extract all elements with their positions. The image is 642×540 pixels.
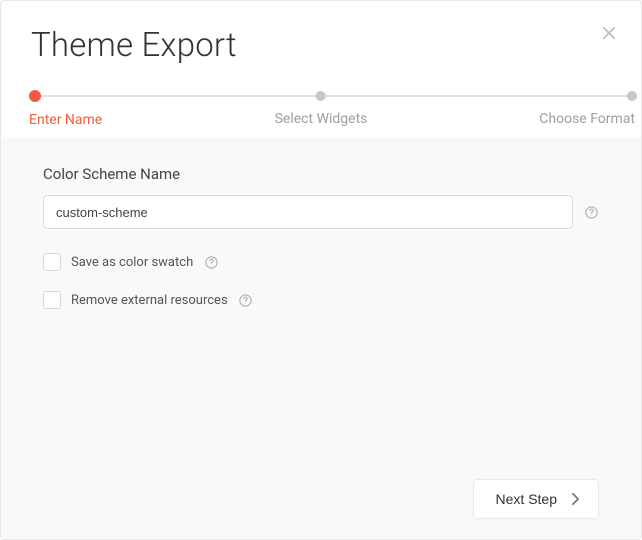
step-enter-name[interactable]: Enter Name <box>29 91 102 128</box>
remove-external-row: Remove external resources <box>43 291 599 309</box>
dialog-body: Color Scheme Name Save as color swatch <box>1 137 641 539</box>
next-step-label: Next Step <box>496 491 557 507</box>
scheme-name-row <box>43 195 599 229</box>
help-icon[interactable] <box>238 292 254 308</box>
stepper: Enter Name Select Widgets Choose Format <box>1 91 641 137</box>
scheme-name-label: Color Scheme Name <box>43 165 599 183</box>
step-choose-format[interactable]: Choose Format <box>539 91 641 127</box>
theme-export-dialog: Theme Export Enter Name Select Widgets C… <box>0 0 642 540</box>
step-label: Select Widgets <box>275 111 368 127</box>
close-icon[interactable] <box>599 23 619 43</box>
step-dot-icon <box>316 91 326 101</box>
chevron-right-icon <box>571 492 580 506</box>
dialog-title: Theme Export <box>1 1 641 81</box>
save-swatch-checkbox[interactable] <box>43 253 61 271</box>
scheme-name-input[interactable] <box>43 195 573 229</box>
remove-external-label: Remove external resources <box>71 293 228 308</box>
next-step-button[interactable]: Next Step <box>473 479 599 519</box>
remove-external-checkbox[interactable] <box>43 291 61 309</box>
step-dot-icon <box>627 91 637 101</box>
help-icon[interactable] <box>583 204 599 220</box>
step-dot-icon <box>29 90 41 102</box>
step-select-widgets[interactable]: Select Widgets <box>275 91 368 127</box>
save-swatch-row: Save as color swatch <box>43 253 599 271</box>
step-label: Enter Name <box>29 112 102 128</box>
step-label: Choose Format <box>539 111 641 127</box>
help-icon[interactable] <box>203 254 219 270</box>
dialog-footer: Next Step <box>43 459 599 519</box>
save-swatch-label: Save as color swatch <box>71 255 193 270</box>
